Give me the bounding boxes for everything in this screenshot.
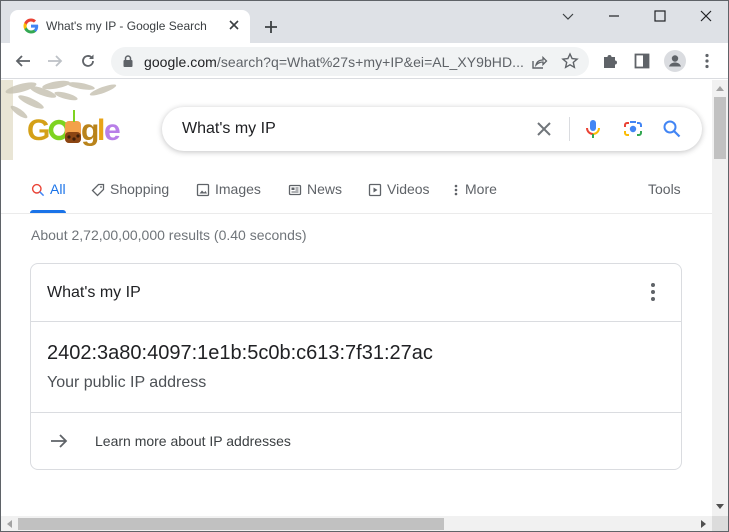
search-query-input[interactable]: What's my IP bbox=[182, 120, 276, 138]
svg-text:e: e bbox=[104, 114, 121, 147]
card-divider bbox=[31, 321, 681, 322]
search-icon bbox=[31, 183, 45, 197]
window-close-icon[interactable] bbox=[697, 7, 715, 25]
clear-icon[interactable] bbox=[533, 118, 555, 140]
tab-label: Videos bbox=[387, 181, 430, 197]
browser-toolbar: google.com/search?q=What%27s+my+IP&ei=AL… bbox=[1, 43, 728, 79]
search-results-page: G g l e What's my IP All Shopping Images… bbox=[1, 80, 712, 516]
tab-news[interactable]: News bbox=[288, 181, 342, 211]
maximize-icon[interactable] bbox=[651, 7, 669, 25]
ip-address: 2402:3a80:4097:1e1b:5c0b:c613:7f31:27ac bbox=[47, 342, 433, 364]
minimize-icon[interactable] bbox=[605, 7, 623, 25]
search-submit-icon[interactable] bbox=[661, 118, 683, 140]
tab-strip: What's my IP - Google Search bbox=[1, 1, 728, 43]
active-tab-indicator bbox=[30, 210, 66, 213]
result-stats: About 2,72,00,00,000 results (0.40 secon… bbox=[31, 227, 307, 243]
tab-videos[interactable]: Videos bbox=[368, 181, 430, 211]
svg-text:G: G bbox=[27, 114, 50, 147]
share-icon[interactable] bbox=[530, 53, 548, 71]
more-options-icon[interactable] bbox=[643, 281, 663, 303]
chrome-menu-icon[interactable] bbox=[698, 52, 716, 70]
play-icon bbox=[368, 183, 382, 197]
tab-label: Images bbox=[215, 181, 261, 197]
scroll-up-arrow-icon[interactable] bbox=[716, 86, 724, 91]
learn-more-link[interactable]: Learn more about IP addresses bbox=[95, 433, 291, 449]
bookmark-star-icon[interactable] bbox=[561, 52, 579, 70]
card-divider bbox=[31, 412, 681, 413]
tab-label: Shopping bbox=[110, 181, 170, 197]
newspaper-icon bbox=[288, 184, 302, 196]
google-doodle-logo[interactable]: G g l e bbox=[1, 80, 126, 160]
url-text[interactable]: google.com/search?q=What%27s+my+IP&ei=AL… bbox=[144, 54, 524, 70]
microphone-icon[interactable] bbox=[582, 118, 604, 140]
forward-arrow-icon[interactable] bbox=[46, 52, 64, 70]
extensions-puzzle-icon[interactable] bbox=[601, 52, 619, 70]
tools-button[interactable]: Tools bbox=[648, 181, 681, 197]
horizontal-scroll-thumb[interactable] bbox=[18, 518, 444, 530]
tag-icon bbox=[91, 183, 105, 197]
url-domain: google.com bbox=[144, 54, 217, 70]
tab-close-icon[interactable] bbox=[226, 17, 242, 33]
tab-label: News bbox=[307, 181, 343, 197]
arrow-right-icon[interactable] bbox=[49, 431, 69, 451]
search-tabs: All Shopping Images News Videos More Too… bbox=[1, 176, 712, 214]
scroll-down-arrow-icon[interactable] bbox=[716, 504, 724, 509]
tab-shopping[interactable]: Shopping bbox=[91, 181, 169, 211]
tab-label: All bbox=[50, 181, 66, 197]
tab-search-chevron-icon[interactable] bbox=[559, 7, 577, 25]
lock-icon[interactable] bbox=[121, 54, 135, 68]
google-g-icon bbox=[23, 18, 39, 34]
new-tab-plus-icon[interactable] bbox=[262, 18, 280, 36]
side-panel-icon[interactable] bbox=[633, 52, 651, 70]
browser-tab[interactable]: What's my IP - Google Search bbox=[10, 10, 250, 43]
horizontal-scrollbar[interactable] bbox=[1, 516, 712, 531]
vertical-scrollbar[interactable] bbox=[712, 80, 728, 516]
tab-images[interactable]: Images bbox=[196, 181, 261, 211]
ip-address-label: Your public IP address bbox=[47, 374, 207, 391]
scroll-left-arrow-icon[interactable] bbox=[7, 520, 12, 528]
image-icon bbox=[196, 183, 210, 197]
tab-label: More bbox=[465, 181, 497, 197]
search-box-divider bbox=[569, 117, 570, 141]
vertical-scroll-thumb[interactable] bbox=[714, 97, 726, 159]
browser-window: What's my IP - Google Search google.com/… bbox=[0, 0, 729, 532]
card-title: What's my IP bbox=[47, 284, 141, 301]
more-vert-icon bbox=[454, 184, 458, 196]
scrollbar-corner bbox=[712, 516, 728, 531]
back-arrow-icon[interactable] bbox=[14, 52, 32, 70]
tab-title: What's my IP - Google Search bbox=[46, 19, 207, 33]
scroll-right-arrow-icon[interactable] bbox=[701, 520, 706, 528]
url-path: /search?q=What%27s+my+IP&ei=AL_XY9bHD... bbox=[216, 54, 524, 70]
tab-all[interactable]: All bbox=[31, 181, 66, 211]
camera-lens-icon[interactable] bbox=[622, 118, 644, 140]
profile-avatar-icon[interactable] bbox=[664, 50, 686, 72]
address-bar[interactable]: google.com/search?q=What%27s+my+IP&ei=AL… bbox=[111, 47, 589, 76]
ip-answer-card: What's my IP 2402:3a80:4097:1e1b:5c0b:c6… bbox=[30, 263, 682, 470]
tab-more[interactable]: More bbox=[452, 181, 497, 211]
search-box[interactable]: What's my IP bbox=[162, 107, 702, 151]
reload-icon[interactable] bbox=[79, 52, 97, 70]
